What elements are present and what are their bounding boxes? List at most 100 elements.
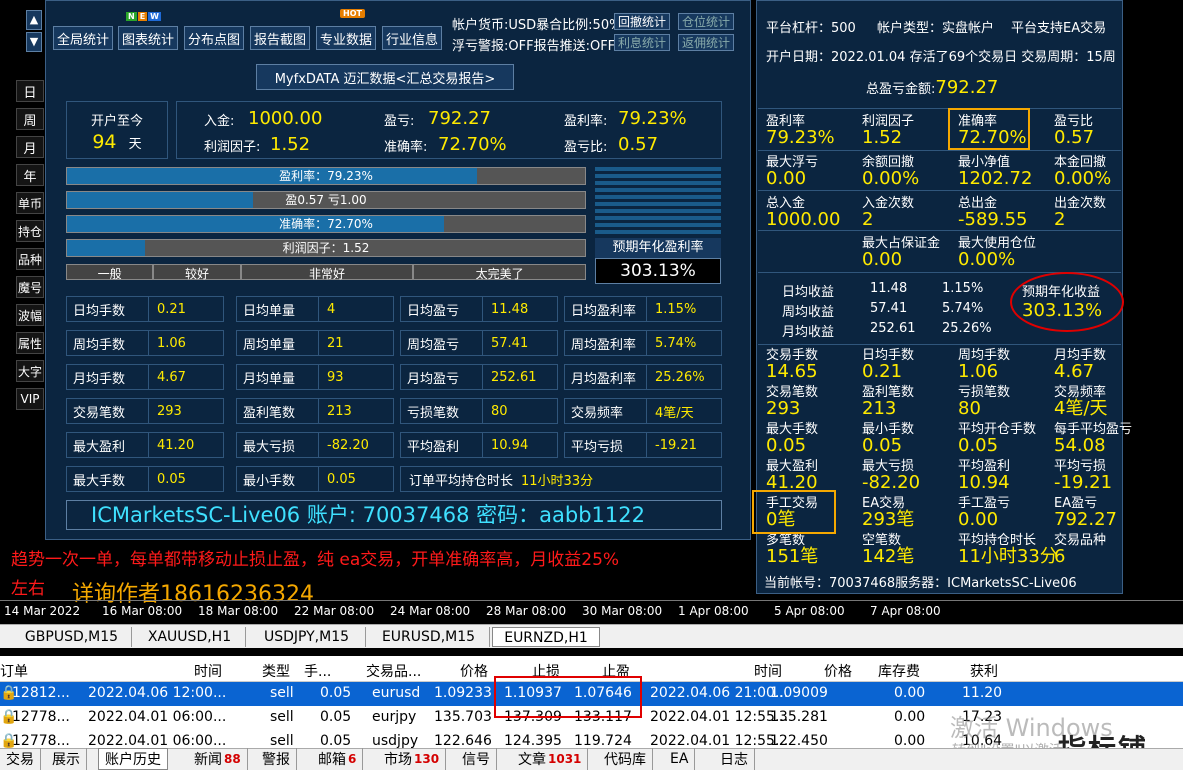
right-stat: 余额回撤 0.00% — [862, 155, 919, 188]
roi-value: 79.23% — [618, 108, 687, 129]
bottom-tab[interactable]: 展示 — [46, 748, 87, 770]
left-tab[interactable]: 大字 — [16, 360, 44, 382]
left-tab[interactable]: 单币 — [16, 192, 44, 214]
separator — [758, 230, 1121, 231]
table-cell: 2022.04.01 06:00... — [88, 709, 227, 725]
stat-label: 月均盈利率 — [565, 365, 647, 389]
table-header-cell[interactable]: 价格 — [460, 661, 488, 681]
bottom-tab[interactable]: 日志 — [714, 748, 755, 770]
right-stat-value: 0.00% — [862, 168, 920, 189]
ratio-value: 0.57 — [618, 134, 659, 155]
rebate-stats-button[interactable]: 返佣统计 — [678, 34, 734, 51]
bottom-tab-label: 邮箱 — [318, 752, 346, 768]
stat-cell: 平均盈利 10.94 — [400, 432, 558, 458]
bottom-tab[interactable]: 警报 — [256, 748, 297, 770]
right-stat: EA交易 293笔 — [862, 496, 914, 529]
right-stat: 周均手数 1.06 — [958, 348, 1010, 381]
right-stat: 最大浮亏 0.00 — [766, 155, 818, 188]
stat-label: 日均单量 — [237, 297, 319, 321]
bottom-tab[interactable]: 代码库 — [598, 748, 653, 770]
left-tab[interactable]: VIP — [16, 388, 44, 410]
bottom-tab-label: 市场 — [384, 752, 412, 768]
return-cell: 1.15% — [942, 281, 984, 296]
right-stat-value: 1.52 — [862, 127, 903, 148]
time-label: 24 Mar 08:00 — [390, 604, 471, 618]
table-header-cell[interactable]: 手... — [304, 661, 331, 681]
chart-tab[interactable]: USDJPY,M15 — [248, 627, 366, 647]
pro-data-button[interactable]: 专业数据 — [316, 26, 376, 50]
bottom-tab-label: 展示 — [52, 752, 80, 768]
distribution-button[interactable]: 分布点图 — [184, 26, 244, 50]
table-header-cell[interactable]: 时间 — [754, 661, 782, 681]
left-tab[interactable]: 品种 — [16, 248, 44, 270]
stat-cell: 周均盈利率 5.74% — [564, 330, 722, 356]
left-tab[interactable]: 月 — [16, 136, 44, 158]
bottom-tab[interactable]: 账户历史 — [98, 748, 168, 770]
stat-cell: 最大亏损 -82.20 — [236, 432, 394, 458]
drawdown-stats-button[interactable]: 回撤统计 — [614, 13, 670, 30]
table-cell: 135.703 — [434, 709, 492, 725]
stat-value: 293 — [157, 403, 182, 419]
table-header-cell[interactable]: 获利 — [970, 661, 998, 681]
accuracy-highlight — [948, 108, 1030, 150]
table-cell: 0.00 — [894, 685, 926, 701]
return-cell: 5.74% — [942, 301, 984, 316]
scroll-up-button[interactable]: ▲ — [26, 10, 42, 30]
right-stat: 盈亏比 0.57 — [1054, 114, 1094, 147]
stat-label: 周均盈亏 — [401, 331, 483, 355]
right-stat-value: 0.05 — [766, 435, 807, 456]
chart-tab[interactable]: XAUUSD,H1 — [134, 627, 246, 647]
stat-label: 周均盈利率 — [565, 331, 647, 355]
right-stat: 空笔数 142笔 — [862, 533, 914, 566]
chart-tab[interactable]: EURNZD,H1 — [492, 627, 600, 647]
table-header-cell[interactable]: 价格 — [824, 661, 852, 681]
left-tab[interactable]: 年 — [16, 164, 44, 186]
right-stat-value: 293 — [766, 398, 801, 419]
left-tab[interactable]: 属性 — [16, 332, 44, 354]
table-header-cell[interactable]: 订单 — [0, 661, 28, 681]
right-stat: 交易频率 4笔/天 — [1054, 385, 1108, 418]
return-cell: 57.41 — [870, 301, 908, 316]
industry-info-button[interactable]: 行业信息 — [382, 26, 442, 50]
left-tab[interactable]: 日 — [16, 80, 44, 102]
bottom-tab-count: 1031 — [548, 752, 582, 766]
return-cell: 月均收益 — [782, 325, 835, 340]
table-header-cell[interactable]: 库存费 — [878, 661, 920, 681]
right-stat-value: 0.05 — [862, 435, 903, 456]
stat-value: 4笔/天 — [655, 405, 694, 421]
bottom-tab[interactable]: 信号 — [456, 748, 497, 770]
table-header-cell[interactable]: 时间 — [194, 661, 222, 681]
left-tab[interactable]: 魔号 — [16, 276, 44, 298]
bottom-tab[interactable]: 市场 130 — [378, 748, 447, 770]
position-stats-button[interactable]: 仓位统计 — [678, 13, 734, 30]
table-cell: 12778... — [12, 709, 70, 725]
chart-tab[interactable]: EURUSD,M15 — [368, 627, 490, 647]
stat-cell: 月均盈亏 252.61 — [400, 364, 558, 390]
bottom-tab[interactable]: 文章 1031 — [512, 748, 589, 770]
table-header-cell[interactable]: 交易品... — [366, 661, 421, 681]
right-stat: 最大手数 0.05 — [766, 422, 818, 455]
stat-value: -82.20 — [327, 437, 369, 453]
table-header-cell[interactable]: 类型 — [262, 661, 290, 681]
bottom-tab[interactable]: 交易 — [0, 748, 41, 770]
left-tab[interactable]: 波幅 — [16, 304, 44, 326]
left-tab[interactable]: 持仓 — [16, 220, 44, 242]
report-screenshot-button[interactable]: 报告截图 — [250, 26, 310, 50]
bottom-tab[interactable]: 新闻 88 — [188, 748, 248, 770]
annual-label: 预期年化盈利率 — [595, 238, 721, 258]
chart-stats-button[interactable]: 图表统计 — [118, 26, 178, 50]
bottom-tab-count: 130 — [414, 752, 440, 766]
scroll-down-button[interactable]: ▼ — [26, 32, 42, 52]
stat-value: 213 — [327, 403, 352, 419]
bottom-tab[interactable]: 邮箱 6 — [312, 748, 364, 770]
bottom-tab[interactable]: EA — [664, 748, 696, 770]
left-tab[interactable]: 周 — [16, 108, 44, 130]
table-cell: eurjpy — [372, 709, 417, 725]
total-profit: 总盈亏金额:792.27 — [866, 77, 999, 98]
chart-tab[interactable]: GBPUSD,M15 — [12, 627, 132, 647]
interest-stats-button[interactable]: 利息统计 — [614, 34, 670, 51]
stat-value: 21 — [327, 335, 344, 351]
right-stat-value: 6 — [1054, 546, 1066, 567]
global-stats-button[interactable]: 全局统计 — [53, 26, 113, 50]
right-stat-value: 14.65 — [766, 361, 818, 382]
